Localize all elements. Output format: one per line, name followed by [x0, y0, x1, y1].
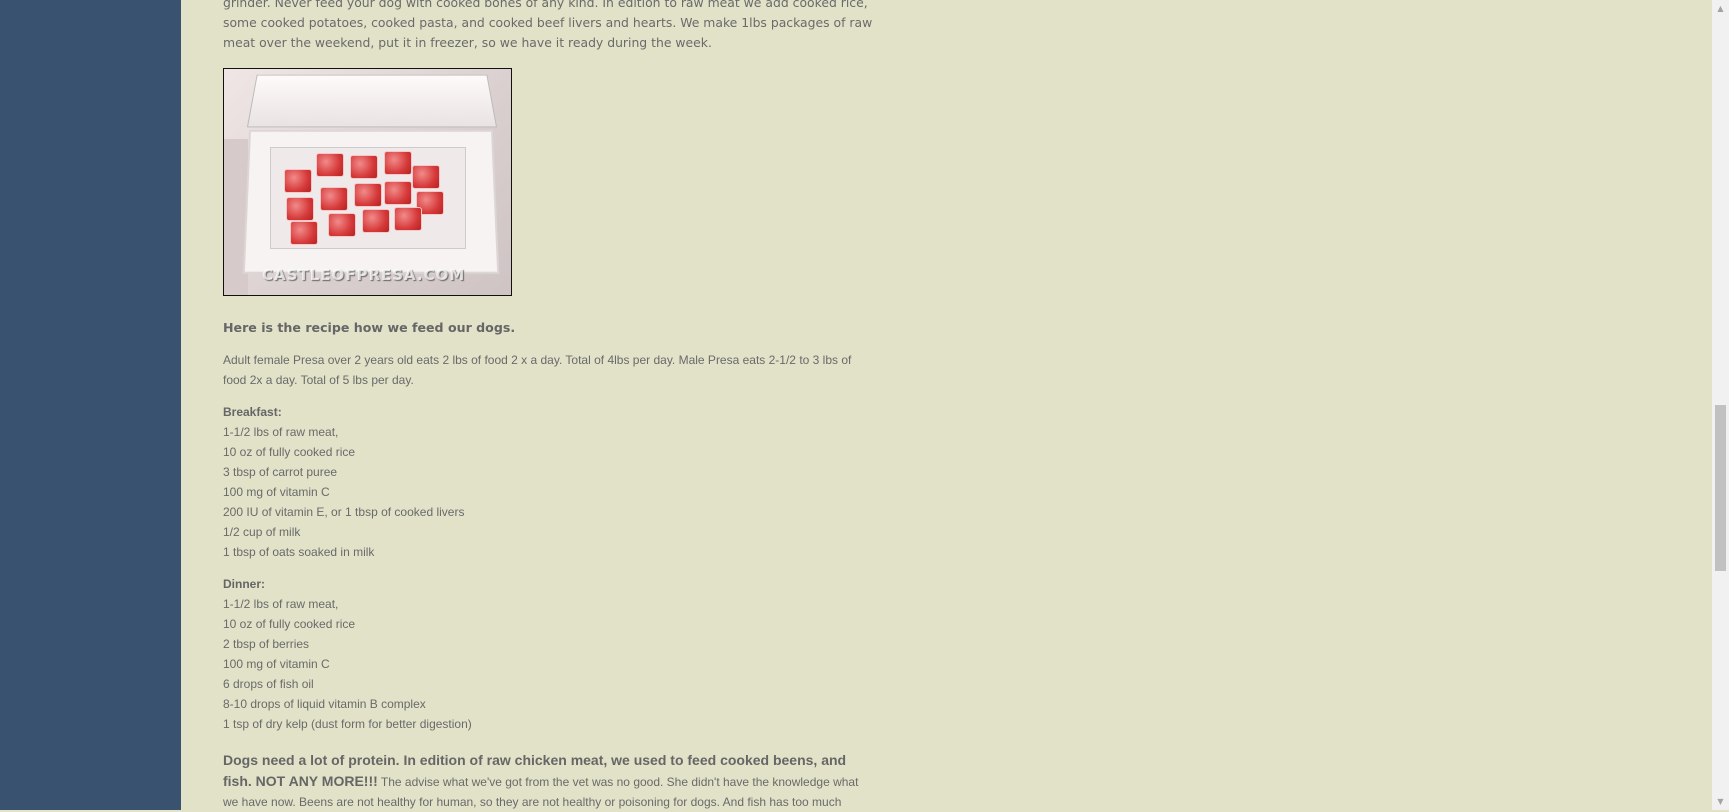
meat-package [394, 207, 422, 231]
freezer-lid [246, 74, 498, 128]
meat-package [384, 151, 412, 175]
dinner-item: 6 drops of fish oil [223, 677, 314, 691]
freezer-photo: CASTLEOFPRESA.COM [223, 68, 512, 296]
meat-package [328, 213, 356, 237]
recipe-heading: Here is the recipe how we feed our dogs. [223, 320, 516, 335]
dinner-item: 100 mg of vitamin C [223, 657, 330, 671]
vertical-scrollbar[interactable]: ▲ ▼ [1712, 0, 1729, 810]
dinner-label: Dinner: [223, 577, 265, 591]
meat-package [362, 209, 390, 233]
closing-paragraph: Dogs need a lot of protein. In edition o… [223, 750, 873, 812]
breakfast-item: 200 IU of vitamin E, or 1 tbsp of cooked… [223, 505, 465, 519]
dinner-item: 1-1/2 lbs of raw meat, [223, 597, 339, 611]
meat-package [412, 165, 440, 189]
feeding-note: Adult female Presa over 2 years old eats… [223, 353, 852, 387]
meat-package [286, 197, 314, 221]
dinner-item: 2 tbsp of berries [223, 637, 310, 651]
breakfast-item: 10 oz of fully cooked rice [223, 445, 356, 459]
scroll-down-arrow-icon[interactable]: ▼ [1712, 793, 1729, 810]
dinner-item: 8-10 drops of liquid vitamin B complex [223, 697, 426, 711]
breakfast-item: 1 tbsp of oats soaked in milk [223, 545, 375, 559]
breakfast-item: 3 tbsp of carrot puree [223, 465, 338, 479]
breakfast-item: 1/2 cup of milk [223, 525, 301, 539]
meat-package [350, 155, 378, 179]
breakfast-item: 100 mg of vitamin C [223, 485, 330, 499]
meat-package [320, 187, 348, 211]
meat-package [284, 169, 312, 193]
left-sidebar [0, 0, 181, 810]
dinner-section: Dinner: 1-1/2 lbs of raw meat, 10 oz of … [223, 574, 873, 734]
article-content: grinder. Never feed your dog with cooked… [223, 0, 873, 812]
photo-watermark: CASTLEOFPRESA.COM [262, 266, 466, 284]
meat-package [354, 183, 382, 207]
breakfast-section: Breakfast: 1-1/2 lbs of raw meat, 10 oz … [223, 402, 873, 562]
dinner-item: 1 tsp of dry kelp (dust form for better … [223, 717, 472, 731]
intro-paragraph: grinder. Never feed your dog with cooked… [223, 0, 873, 50]
meat-package [316, 153, 344, 177]
breakfast-label: Breakfast: [223, 405, 282, 419]
meat-package [384, 181, 412, 205]
meat-package [290, 221, 318, 245]
breakfast-item: 1-1/2 lbs of raw meat, [223, 425, 339, 439]
dinner-item: 10 oz of fully cooked rice [223, 617, 356, 631]
scrollbar-thumb[interactable] [1715, 405, 1726, 571]
scroll-up-arrow-icon[interactable]: ▲ [1712, 0, 1729, 17]
